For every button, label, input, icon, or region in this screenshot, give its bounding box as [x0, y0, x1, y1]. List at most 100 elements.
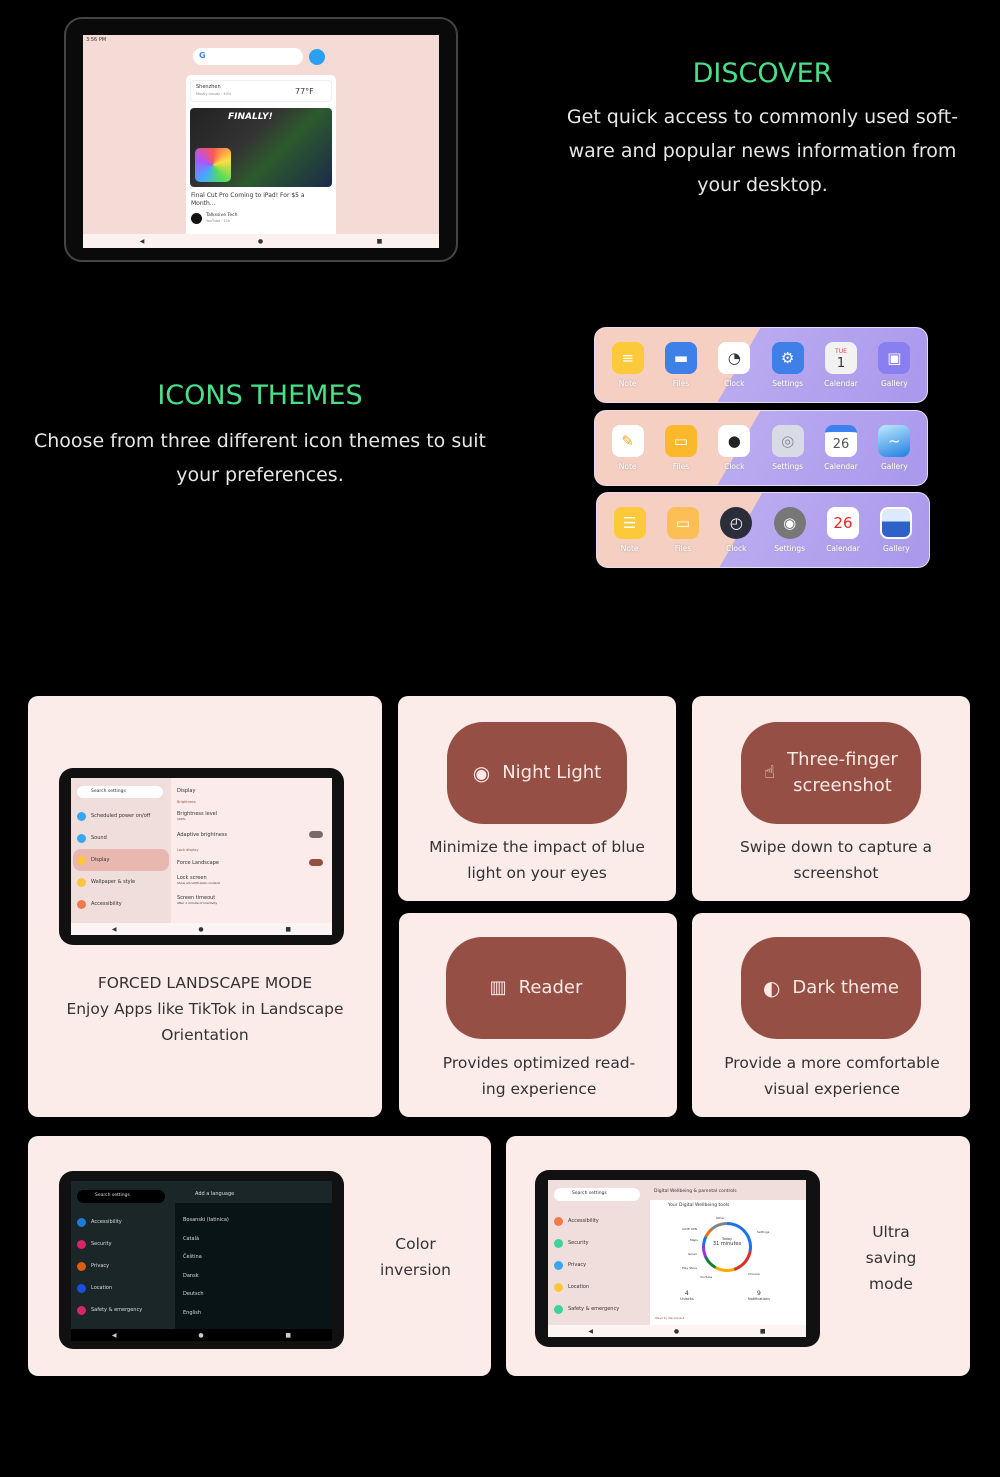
- assistant-icon[interactable]: [309, 49, 325, 65]
- force-landscape-toggle[interactable]: [309, 859, 323, 866]
- three-finger-screenshot-button[interactable]: ☝ Three-finger screenshot: [741, 722, 921, 824]
- half-circle-icon: ◐: [762, 976, 781, 1000]
- status-time: 3:56 PM: [86, 37, 107, 43]
- menu-item[interactable]: Security: [550, 1232, 648, 1254]
- files-icon: ▭: [666, 507, 699, 539]
- clock-icon: ●: [718, 425, 751, 457]
- three-finger-swipe-icon: ☝: [764, 762, 776, 783]
- home-icon[interactable]: ●: [198, 1332, 203, 1339]
- recents-icon[interactable]: ■: [285, 1332, 291, 1339]
- color-inversion-label: Color inversion: [380, 1235, 451, 1279]
- weather-temp: 77°F: [295, 87, 314, 96]
- discover-tablet: 3:56 PM G Shenzhen Mostly cloudy · 40% 7…: [64, 17, 458, 262]
- note-icon: ✎: [611, 425, 644, 457]
- dark-theme-card: ◐ Dark theme Provide a more comfortable vi…: [692, 913, 970, 1117]
- news-thumbnail[interactable]: FINALLY!: [190, 108, 332, 187]
- language-item[interactable]: Čeština: [183, 1248, 229, 1267]
- menu-item-active[interactable]: Display: [73, 849, 169, 871]
- reader-card: ▥ Reader Provides optimized read-ing expe…: [399, 913, 677, 1117]
- thumbnail-text: FINALLY!: [228, 112, 273, 122]
- adaptive-brightness-toggle[interactable]: [309, 831, 323, 838]
- news-source: YouTube · 11h: [206, 219, 231, 223]
- book-icon: ▥: [489, 977, 507, 998]
- color-inversion-card: Search settings Accessibility Security P…: [28, 1136, 491, 1376]
- pane-header: Display: [177, 788, 196, 794]
- pane-header: Digital Wellbeing & parental controls: [654, 1189, 737, 1194]
- saving-tablet: Search settings Accessibility Security P…: [535, 1170, 820, 1347]
- gallery-icon: ~: [878, 425, 911, 457]
- google-search-bar[interactable]: G: [193, 48, 303, 65]
- menu-item[interactable]: Safety & emergency: [73, 1299, 171, 1321]
- night-light-button[interactable]: ◉ Night Light: [447, 722, 627, 824]
- forced-landscape-card: Search settings Scheduled power on/off S…: [28, 696, 382, 1117]
- icon-theme-3[interactable]: ☰ Note ▭ Files ◴ Clock ◉ Settings 26 Calendar…: [596, 492, 930, 568]
- ways-to-disconnect-link[interactable]: Ways to disconnect: [655, 1316, 684, 1320]
- settings-icon: ◉: [773, 507, 806, 539]
- landscape-caption: FORCED LANDSCAPE MODE Enjoy Apps like Tik…: [66, 974, 344, 1044]
- note-icon: ☰: [613, 507, 646, 539]
- back-icon[interactable]: ◀: [112, 1332, 117, 1339]
- recents-icon[interactable]: ■: [377, 238, 383, 245]
- icon-theme-2[interactable]: ✎ Note ▭ Files ● Clock ◎ Settings 26 Calendar…: [594, 410, 928, 486]
- menu-item[interactable]: Privacy: [550, 1254, 648, 1276]
- search-settings[interactable]: Search settings: [554, 1188, 640, 1201]
- language-item[interactable]: English: [183, 1304, 229, 1323]
- feed-card: Shenzhen Mostly cloudy · 40% 77°F FINALL…: [186, 75, 336, 248]
- recents-icon[interactable]: ■: [285, 926, 291, 933]
- discover-body: Get quick access to commonly used soft-w…: [566, 106, 959, 196]
- back-icon[interactable]: ◀: [112, 926, 117, 933]
- night-light-card: ◉ Night Light Minimize the impact of blue…: [398, 696, 676, 901]
- back-icon[interactable]: ◀: [588, 1328, 593, 1335]
- calendar-icon: 26: [824, 425, 857, 457]
- menu-item[interactable]: Safety & emergency: [550, 1298, 648, 1320]
- menu-item[interactable]: Accessibility: [73, 893, 169, 915]
- calendar-icon: TUE 1: [824, 342, 857, 374]
- language-item[interactable]: Bosanski (latinica): [183, 1211, 229, 1230]
- landscape-tablet: Search settings Scheduled power on/off S…: [59, 768, 344, 945]
- icons-body: Choose from three different icon themes …: [33, 430, 486, 486]
- weather-city: Shenzhen: [196, 84, 221, 90]
- eye-icon: ◉: [472, 761, 491, 785]
- clock-icon: ◔: [718, 342, 751, 374]
- menu-item[interactable]: Wallpaper & style: [73, 871, 169, 893]
- files-icon: ▭: [664, 425, 697, 457]
- gallery-icon: ▣: [878, 342, 911, 374]
- pane-header: Add a language: [195, 1191, 235, 1197]
- reader-button[interactable]: ▥ Reader: [446, 937, 626, 1039]
- menu-item[interactable]: Location: [550, 1276, 648, 1298]
- menu-item[interactable]: Sound: [73, 827, 169, 849]
- search-settings[interactable]: Search settings: [77, 786, 163, 798]
- dark-theme-button[interactable]: ◐ Dark theme: [741, 937, 921, 1039]
- gallery-icon: [880, 507, 913, 539]
- settings-icon: ◎: [771, 425, 804, 457]
- home-icon[interactable]: ●: [258, 238, 263, 245]
- weather-desc: Mostly cloudy · 40%: [196, 92, 232, 96]
- calendar-icon: 26: [826, 507, 859, 539]
- home-icon[interactable]: ●: [674, 1328, 679, 1335]
- search-settings[interactable]: Search settings: [77, 1190, 165, 1203]
- menu-item[interactable]: Scheduled power on/off: [73, 805, 169, 827]
- home-icon[interactable]: ●: [198, 926, 203, 933]
- menu-item[interactable]: Privacy: [73, 1255, 171, 1277]
- back-icon[interactable]: ◀: [140, 238, 145, 245]
- news-channel: Talkssive Tech: [206, 213, 238, 218]
- menu-item[interactable]: Location: [73, 1277, 171, 1299]
- usage-donut[interactable]: Today 31 minutes: [702, 1222, 752, 1272]
- files-icon: ▬: [664, 342, 697, 374]
- icon-theme-1[interactable]: ≡ Note ▬ Files ◔ Clock ⚙ Settings TUE 1 Calend…: [594, 327, 928, 403]
- news-headline[interactable]: Final Cut Pro Coming to iPad! For $5 a M…: [191, 192, 316, 208]
- language-item[interactable]: Català: [183, 1230, 229, 1249]
- ultra-saving-card: Search settings Accessibility Security P…: [506, 1136, 970, 1376]
- discover-title: DISCOVER: [692, 58, 833, 89]
- ultra-saving-label: Ultra saving mode: [865, 1223, 917, 1293]
- language-item[interactable]: Dansk: [183, 1267, 229, 1286]
- three-finger-card: ☝ Three-finger screenshot Swipe down to ca…: [692, 696, 970, 901]
- menu-item[interactable]: Security: [73, 1233, 171, 1255]
- language-item[interactable]: Deutsch: [183, 1285, 229, 1304]
- recents-icon[interactable]: ■: [760, 1328, 766, 1335]
- note-icon: ≡: [611, 342, 644, 374]
- nav-bar: ◀ ● ■: [83, 234, 439, 248]
- menu-item[interactable]: Accessibility: [73, 1211, 171, 1233]
- menu-item[interactable]: Accessibility: [550, 1210, 648, 1232]
- discover-screen: 3:56 PM G Shenzhen Mostly cloudy · 40% 7…: [83, 35, 439, 248]
